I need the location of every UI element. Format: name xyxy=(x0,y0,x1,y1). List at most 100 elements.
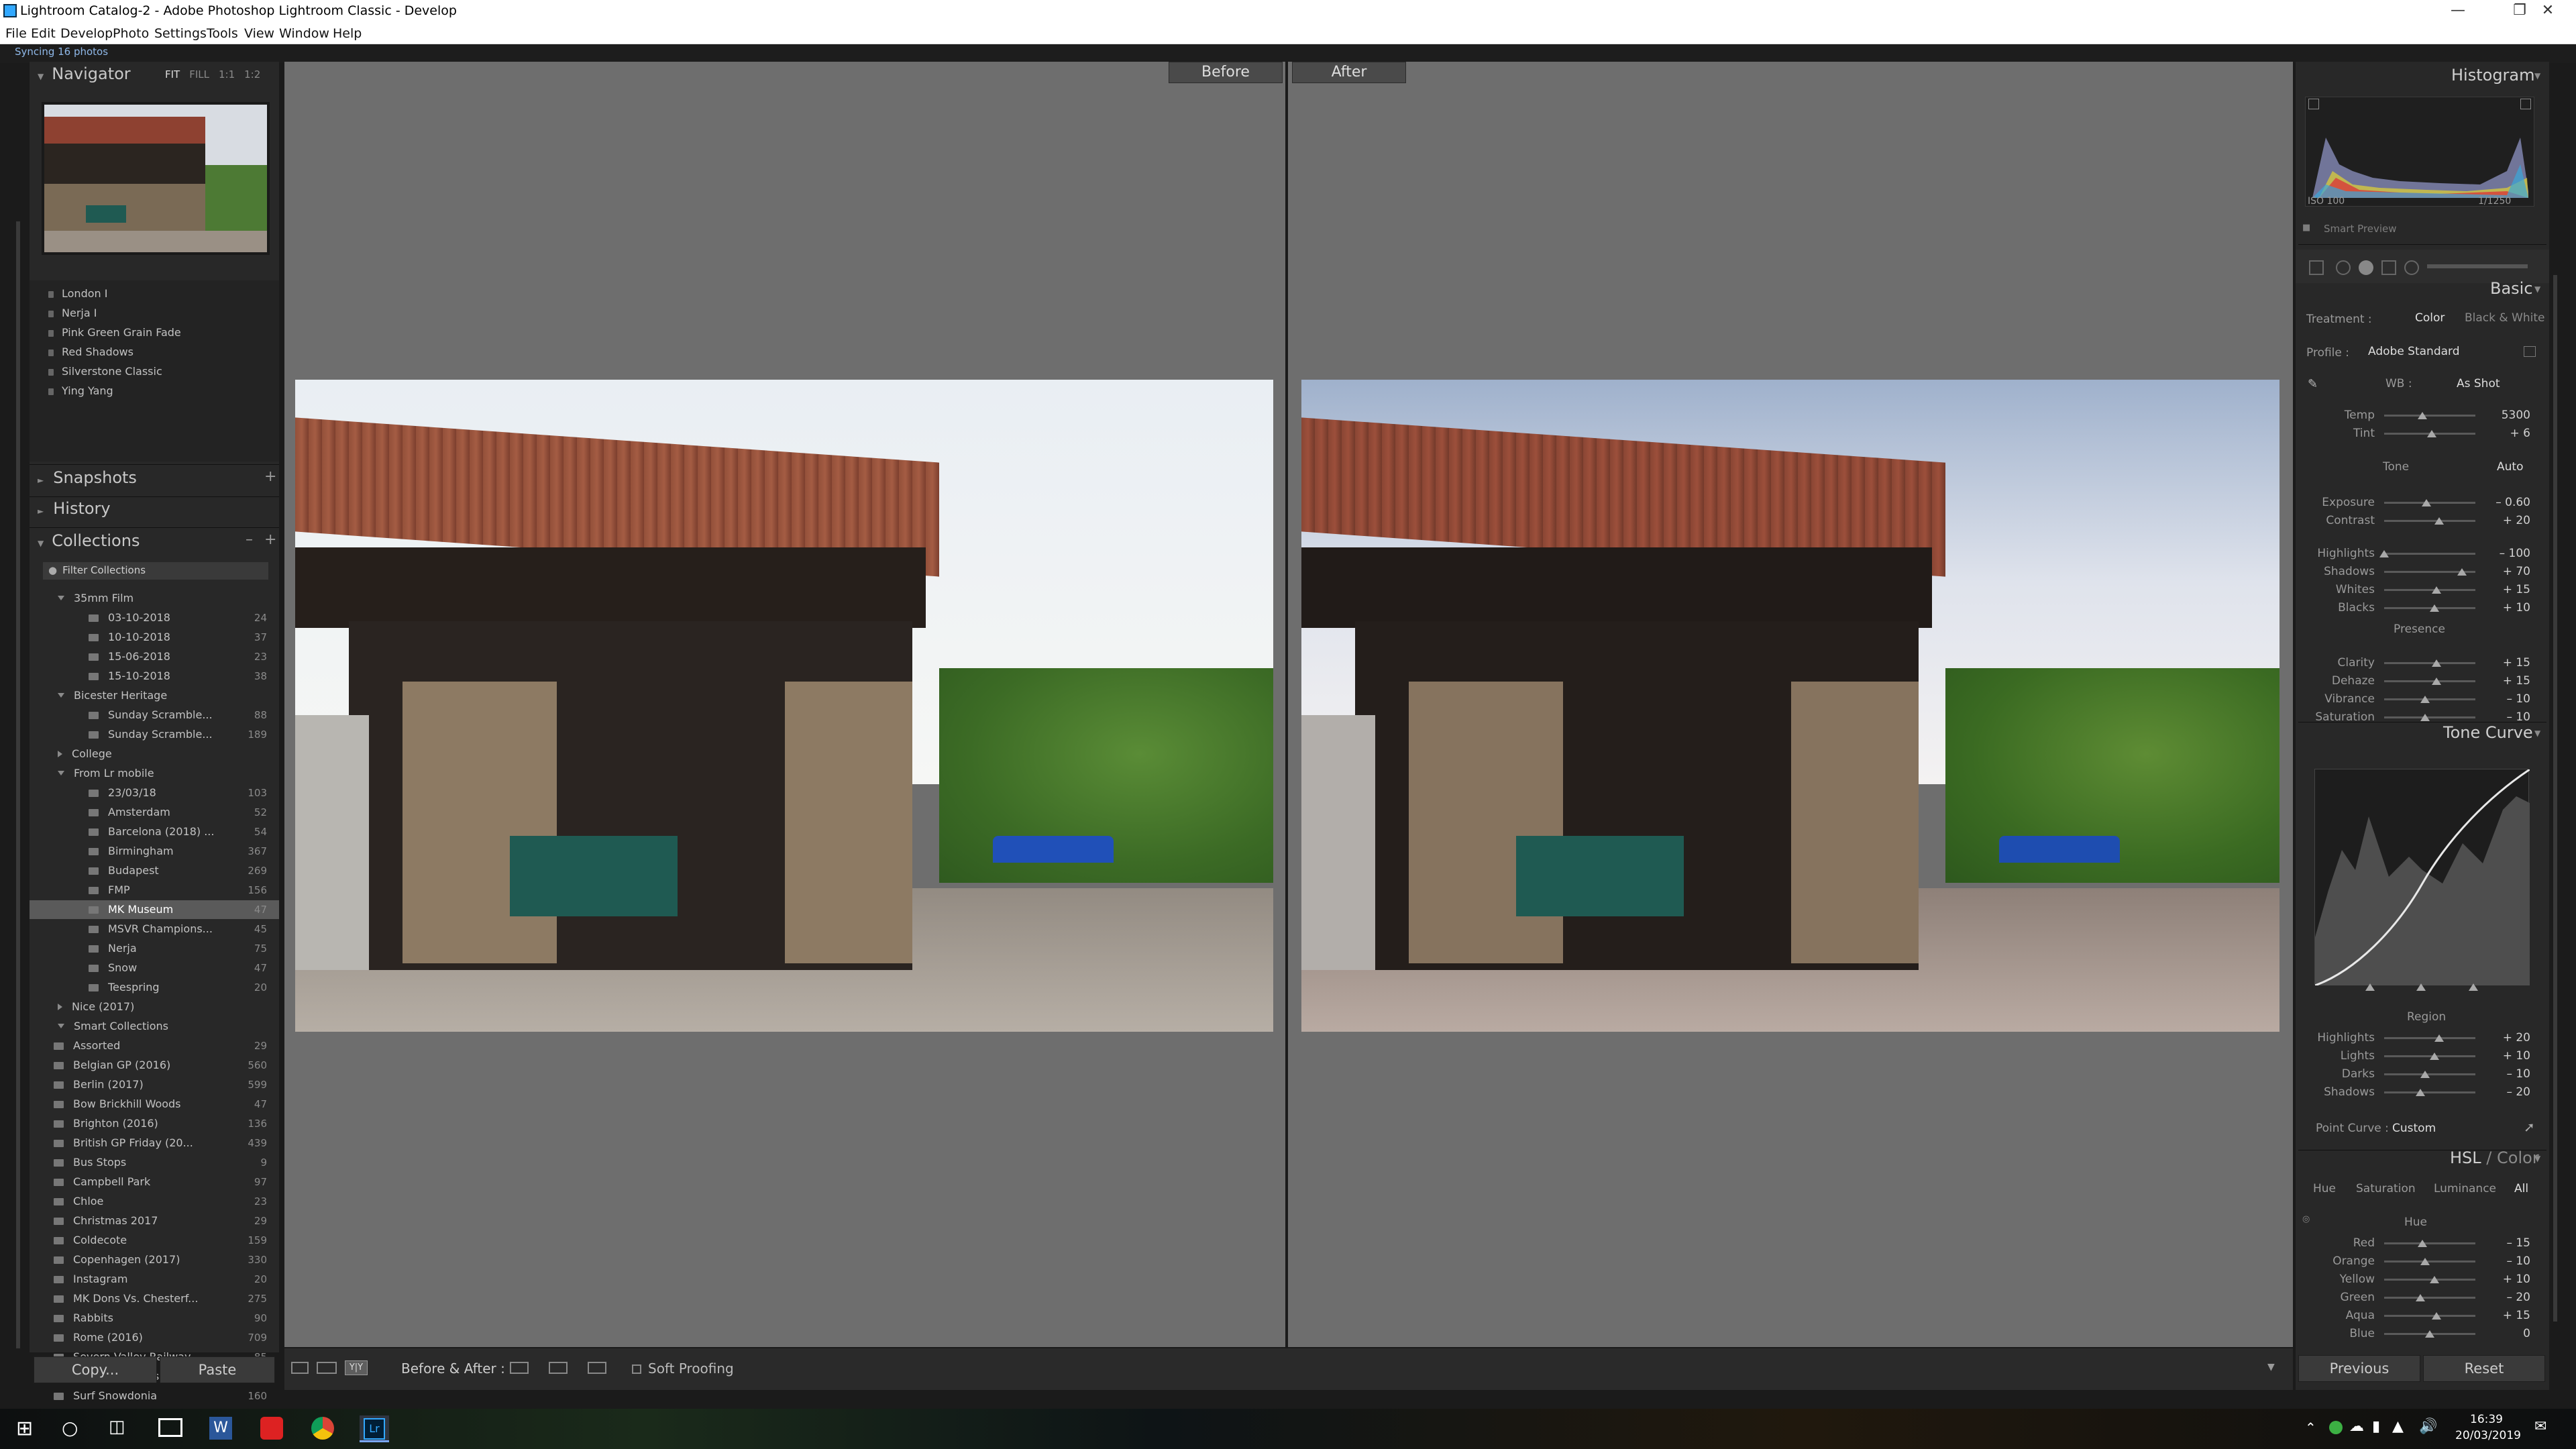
right-panel-scrollbar[interactable] xyxy=(2553,275,2557,1322)
brush-icon[interactable] xyxy=(2427,264,2528,268)
collection-item[interactable]: Sunday Scramble... 88 xyxy=(30,706,279,724)
collection-item[interactable]: Sunday Scramble... 189 xyxy=(30,725,279,744)
onedrive-icon[interactable]: ☁ xyxy=(2349,1418,2364,1435)
menu-window[interactable]: Window xyxy=(279,26,329,41)
disclosure-icon[interactable] xyxy=(58,1004,62,1010)
hsl-tab-hue[interactable]: Hue xyxy=(2313,1182,2336,1195)
slider-handle[interactable] xyxy=(2430,1053,2439,1060)
add-snapshot-button[interactable]: + xyxy=(264,468,276,485)
slider-track[interactable] xyxy=(2384,589,2475,591)
slider-handle[interactable] xyxy=(2420,714,2430,721)
slider-track[interactable] xyxy=(2384,553,2475,555)
after-photo[interactable] xyxy=(1301,380,2279,1032)
slider-handle[interactable] xyxy=(2457,568,2467,576)
collection-item[interactable]: College xyxy=(30,745,279,763)
slider-track[interactable] xyxy=(2384,698,2475,700)
slider-value[interactable]: – 15 xyxy=(2483,1236,2530,1250)
collection-item[interactable]: Instagram 20 xyxy=(30,1270,279,1289)
collection-item[interactable]: MK Dons Vs. Chesterf... 275 xyxy=(30,1289,279,1308)
slider-value[interactable]: + 10 xyxy=(2483,601,2530,614)
slider-value[interactable]: + 15 xyxy=(2483,674,2530,688)
lightroom-taskbar-icon[interactable]: Lr xyxy=(360,1415,389,1442)
snapshots-header[interactable]: ► Snapshots xyxy=(38,468,137,495)
profile-browser-icon[interactable] xyxy=(2524,346,2536,357)
before-after-view-icon[interactable]: Y|Y xyxy=(345,1360,368,1375)
hsl-color-header[interactable]: HSL / Color xyxy=(2450,1148,2539,1167)
collection-item[interactable]: Chloe 23 xyxy=(30,1192,279,1211)
slider-track[interactable] xyxy=(2384,680,2475,682)
slider-value[interactable]: + 15 xyxy=(2483,656,2530,669)
curve-split-highlights-handle[interactable] xyxy=(2469,983,2478,991)
collection-item[interactable]: MK Museum 47 xyxy=(30,900,279,919)
menu-photo[interactable]: Photo xyxy=(113,26,149,41)
slider-value[interactable]: – 0.60 xyxy=(2483,496,2530,509)
slider-value[interactable]: – 10 xyxy=(2483,692,2530,706)
minimize-icon[interactable]: — xyxy=(2427,0,2489,23)
grid-view-icon[interactable] xyxy=(317,1362,337,1374)
red-app-icon[interactable] xyxy=(260,1417,283,1440)
hsl-tab-saturation[interactable]: Saturation xyxy=(2356,1182,2416,1195)
collection-item[interactable]: Rome (2016) 709 xyxy=(30,1328,279,1347)
before-photo[interactable] xyxy=(295,380,1273,1032)
slider-handle[interactable] xyxy=(2434,517,2444,525)
collection-item[interactable]: Smart Collections xyxy=(30,1017,279,1036)
action-center-icon[interactable]: ✉ xyxy=(2534,1418,2546,1435)
collection-item[interactable]: 35mm Film xyxy=(30,589,279,608)
histogram-collapse-icon[interactable]: ▼ xyxy=(2534,71,2540,80)
chrome-app-icon[interactable] xyxy=(311,1417,334,1440)
slider-value[interactable]: – 100 xyxy=(2483,547,2530,560)
history-header[interactable]: ► History xyxy=(38,499,111,526)
collection-item[interactable]: 10-10-2018 37 xyxy=(30,628,279,647)
slider-handle[interactable] xyxy=(2432,586,2441,594)
zoom-fill[interactable]: FILL xyxy=(189,68,209,80)
basic-title[interactable]: Basic xyxy=(2490,279,2533,298)
battery-icon[interactable]: ▮ xyxy=(2372,1418,2380,1435)
preset-item[interactable]: Red Shadows xyxy=(48,345,133,364)
slider-track[interactable] xyxy=(2384,1073,2475,1075)
slider-track[interactable] xyxy=(2384,1242,2475,1244)
tone-curve-collapse-icon[interactable]: ▼ xyxy=(2534,729,2540,738)
show-hidden-icons[interactable]: ⌃ xyxy=(2305,1419,2316,1436)
slider-value[interactable]: + 10 xyxy=(2483,1273,2530,1286)
collection-item[interactable]: Bicester Heritage xyxy=(30,686,279,705)
spot-removal-icon[interactable] xyxy=(2336,260,2351,275)
copy-before-to-after-icon[interactable] xyxy=(510,1362,529,1374)
collection-item[interactable]: FMP 156 xyxy=(30,881,279,900)
disclosure-icon[interactable] xyxy=(58,771,64,775)
loupe-view-icon[interactable] xyxy=(291,1362,309,1374)
collections-minus-button[interactable]: – xyxy=(246,531,253,548)
slider-handle[interactable] xyxy=(2416,1294,2425,1301)
task-view-icon[interactable]: ◫ xyxy=(109,1417,125,1437)
menu-view[interactable]: View xyxy=(244,26,274,41)
collection-item[interactable]: Nerja 75 xyxy=(30,939,279,958)
collection-item[interactable]: 15-10-2018 38 xyxy=(30,667,279,686)
wb-dropdown[interactable]: As Shot xyxy=(2457,377,2500,390)
disclosure-icon[interactable] xyxy=(58,1024,64,1028)
slider-value[interactable]: – 20 xyxy=(2483,1085,2530,1099)
red-eye-icon[interactable] xyxy=(2359,260,2373,275)
treatment-bw[interactable]: Black & White xyxy=(2465,311,2545,325)
preset-item[interactable]: Pink Green Grain Fade xyxy=(48,326,181,345)
collection-item[interactable]: 23/03/18 103 xyxy=(30,784,279,802)
slider-track[interactable] xyxy=(2384,520,2475,522)
curve-split-midtones-handle[interactable] xyxy=(2416,983,2426,991)
word-app-icon[interactable]: W xyxy=(209,1417,232,1440)
cortana-search-icon[interactable]: ○ xyxy=(62,1417,78,1439)
treatment-color[interactable]: Color xyxy=(2415,311,2445,325)
slider-value[interactable]: + 15 xyxy=(2483,1309,2530,1322)
hsl-tab-all[interactable]: All xyxy=(2514,1182,2528,1195)
navigator-header[interactable]: ▼ Navigator xyxy=(38,64,131,91)
collection-item[interactable]: Birmingham 367 xyxy=(30,842,279,861)
collection-item[interactable]: Christmas 2017 29 xyxy=(30,1212,279,1230)
slider-value[interactable]: + 15 xyxy=(2483,583,2530,596)
tray-sync-icon[interactable] xyxy=(2329,1421,2343,1434)
hsl-tab-luminance[interactable]: Luminance xyxy=(2434,1182,2496,1195)
basic-collapse-icon[interactable]: ▼ xyxy=(2534,284,2540,294)
swap-before-after-icon[interactable] xyxy=(588,1362,606,1374)
slider-track[interactable] xyxy=(2384,716,2475,718)
slider-track[interactable] xyxy=(2384,1091,2475,1093)
collection-item[interactable]: Snow 47 xyxy=(30,959,279,977)
collection-item[interactable]: Amsterdam 52 xyxy=(30,803,279,822)
slider-handle[interactable] xyxy=(2418,412,2427,419)
profile-dropdown[interactable]: Adobe Standard xyxy=(2368,345,2460,358)
